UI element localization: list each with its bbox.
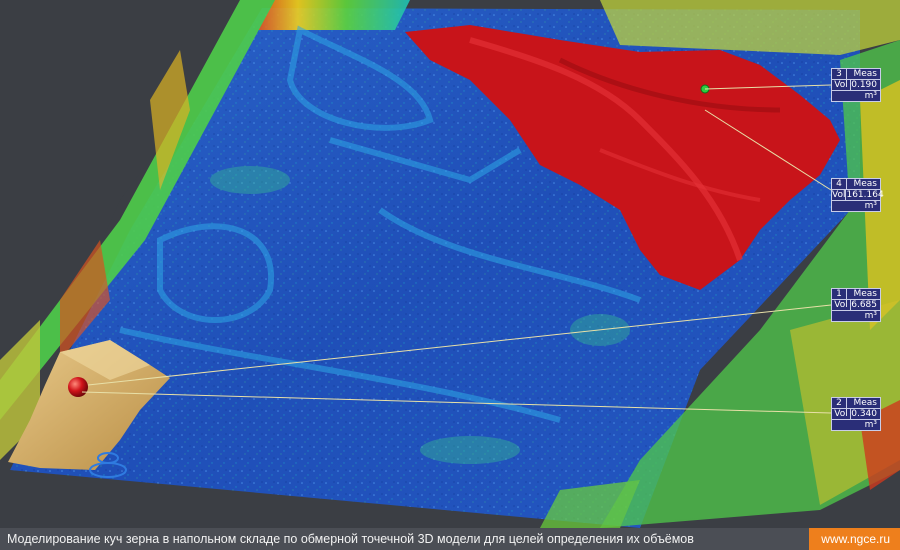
small-pile-ball-marker [68, 377, 88, 397]
measure-title: Meas [853, 179, 877, 189]
measure-key: Vol [832, 80, 851, 90]
measure-id: 4 [832, 179, 847, 189]
measure-id: 1 [832, 289, 847, 299]
3d-viewport [0, 0, 900, 528]
measure-id: 3 [832, 69, 847, 79]
measure-label-2[interactable]: 2 Meas Vol 0.340 m³ [831, 397, 881, 431]
measure-id: 2 [832, 398, 847, 408]
image-caption: Моделирование куч зерна в напольном скла… [7, 532, 694, 546]
measure-value: 161.164 [846, 190, 884, 200]
measure-value: 0.340 [851, 409, 877, 419]
measure-title: Meas [853, 69, 877, 79]
measure-key: Vol [832, 300, 851, 310]
measure-key: Vol [832, 190, 847, 200]
caption-bar: Моделирование куч зерна в напольном скла… [0, 528, 900, 550]
measure-label-4[interactable]: 4 Meas Vol 161.164 m³ [831, 178, 884, 212]
measure-key: Vol [832, 409, 851, 419]
measure-unit: m³ [864, 201, 877, 211]
measure-unit: m³ [864, 311, 877, 321]
measure-unit: m³ [864, 420, 877, 430]
point-cloud-scene: 3 Meas Vol 0.190 m³ 4 Meas Vol 161.164 m³ 1M… [0, 0, 900, 550]
measure-value: 0.190 [851, 80, 877, 90]
measure-title: Meas [853, 398, 877, 408]
measure-label-3[interactable]: 3 Meas Vol 0.190 m³ [831, 68, 881, 102]
site-link[interactable]: www.ngce.ru [809, 528, 900, 550]
measure-label-1[interactable]: 1 Meas Vol 6.685 m³ [831, 288, 881, 322]
measure-value: 6.685 [851, 300, 877, 310]
measure-unit: m³ [864, 91, 877, 101]
measure-title: Meas [853, 289, 877, 299]
